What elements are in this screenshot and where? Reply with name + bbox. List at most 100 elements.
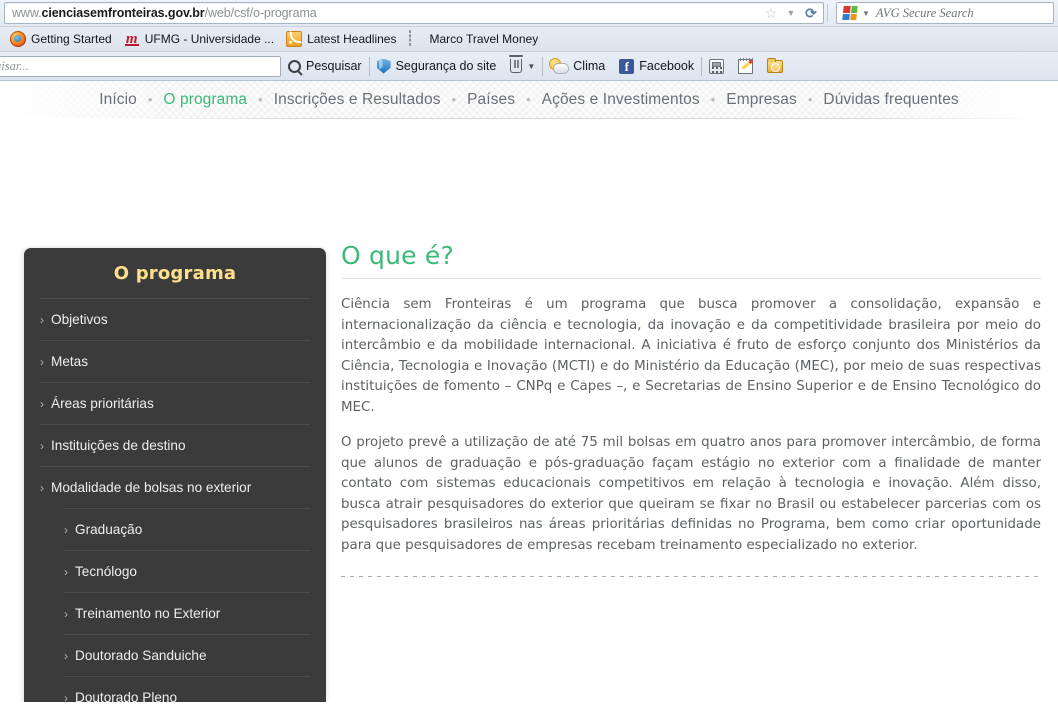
page-viewport: Início • O programa • Inscrições e Resul… — [0, 81, 1058, 702]
firefox-icon — [10, 31, 26, 47]
sidebar-item-metas[interactable]: › Metas — [40, 340, 310, 382]
search-button[interactable]: Pesquisar — [281, 52, 369, 80]
clear-history-button[interactable]: ▼ — [503, 52, 542, 80]
address-bar[interactable]: www.cienciasemfronteiras.gov.br/web/csf/… — [4, 2, 824, 24]
rss-feed-icon — [286, 31, 303, 47]
blank-favicon-icon — [408, 30, 424, 47]
facebook-icon: f — [619, 58, 635, 74]
sidebar-item-label: Áreas prioritárias — [51, 396, 154, 411]
sidebar-item-objetivos[interactable]: › Objetivos — [40, 298, 310, 340]
url-prefix: www. — [12, 6, 42, 20]
ufmg-icon: m — [124, 31, 140, 47]
dashed-divider — [341, 576, 1041, 577]
nav-item-acoes-e-investimentos[interactable]: Ações e Investimentos — [540, 91, 702, 109]
folder-search-icon — [767, 57, 784, 73]
calculator-button[interactable] — [702, 52, 731, 80]
nav-bottom-rule — [110, 118, 1040, 119]
url-path: /web/csf/o-programa — [204, 6, 317, 20]
trash-icon — [509, 55, 524, 73]
nav-item-paises[interactable]: Países — [465, 91, 517, 109]
sidebar-item-treinamento-no-exterior[interactable]: › Treinamento no Exterior — [64, 592, 310, 634]
notepad-pencil-icon — [738, 57, 754, 74]
bookmark-label: Getting Started — [31, 32, 112, 46]
nav-separator: • — [807, 92, 813, 107]
chevron-right-icon: › — [40, 312, 44, 327]
chevron-right-icon: › — [40, 438, 44, 453]
chevron-right-icon: › — [64, 606, 68, 621]
sidebar-item-label: Objetivos — [51, 312, 108, 327]
browser-chrome: www.cienciasemfronteiras.gov.br/web/csf/… — [0, 0, 1058, 81]
url-domain: cienciasemfronteiras.gov.br — [41, 6, 205, 20]
sidebar-item-doutorado-sanduiche[interactable]: › Doutorado Sanduiche — [64, 634, 310, 676]
weather-label: Clima — [573, 59, 606, 73]
sidebar-item-areas-prioritarias[interactable]: › Áreas prioritárias — [40, 382, 310, 424]
bookmark-label: UFMG - Universidade ... — [144, 32, 275, 46]
url-text: www.cienciasemfronteiras.gov.br/web/csf/… — [12, 6, 761, 20]
bookmarks-toolbar: Getting Started m UFMG - Universidade ..… — [0, 27, 1058, 52]
chevron-right-icon: › — [64, 648, 68, 663]
title-divider — [341, 278, 1041, 279]
sidebar-item-label: Doutorado Sanduiche — [75, 648, 207, 663]
magnifier-icon — [288, 59, 301, 73]
sidebar-item-label: Treinamento no Exterior — [75, 606, 221, 621]
sidebar-item-label: Tecnólogo — [75, 564, 137, 579]
nav-separator: • — [258, 92, 263, 107]
reload-icon[interactable]: ⟳ — [801, 3, 821, 23]
avg-search-field[interactable]: ▼ AVG Secure Search — [836, 2, 1054, 24]
nav-item-inicio[interactable]: Início — [97, 91, 139, 109]
main-content: O que é? Ciência sem Fronteiras é um pro… — [341, 241, 1041, 577]
sun-cloud-icon — [550, 58, 569, 74]
search-input[interactable]: uisar... — [0, 55, 281, 77]
sidebar-item-label: Doutorado Pleno — [75, 690, 178, 702]
sidebar-title: O programa — [113, 262, 237, 284]
folder-search-button[interactable] — [760, 52, 790, 80]
bookmark-getting-started[interactable]: Getting Started — [6, 29, 116, 49]
chevron-right-icon: › — [64, 690, 68, 703]
weather-button[interactable]: Clima — [543, 52, 612, 80]
paragraph-2: O projeto prevê a utilização de até 75 m… — [341, 435, 1041, 553]
shield-icon — [376, 58, 391, 74]
chevron-right-icon: › — [64, 564, 68, 579]
avg-search-placeholder: AVG Secure Search — [875, 5, 974, 20]
bookmark-marco-travel-money[interactable]: Marco Travel Money — [404, 29, 542, 49]
sidebar-item-tecnologo[interactable]: › Tecnólogo — [64, 550, 310, 592]
nav-item-empresas[interactable]: Empresas — [724, 91, 799, 109]
nav-separator: • — [526, 92, 531, 107]
sidebar-item-label: Instituições de destino — [51, 438, 186, 453]
sidebar-item-label: Graduação — [75, 522, 143, 537]
search-placeholder: uisar... — [0, 58, 29, 73]
nav-separator: • — [451, 92, 457, 107]
sidebar-item-graduacao[interactable]: › Graduação — [64, 508, 310, 550]
sidebar-item-modalidade-de-bolsas-no-exterior[interactable]: › Modalidade de bolsas no exterior — [40, 466, 310, 508]
site-safety-button[interactable]: Segurança do site — [370, 52, 504, 80]
notepad-button[interactable] — [731, 52, 760, 80]
facebook-label: Facebook — [639, 59, 695, 73]
nav-item-inscricoes-e-resultados[interactable]: Inscrições e Resultados — [272, 91, 443, 109]
bookmark-star-icon[interactable]: ☆ — [761, 3, 781, 23]
bookmark-latest-headlines[interactable]: Latest Headlines — [282, 29, 400, 49]
bookmark-ufmg[interactable]: m UFMG - Universidade ... — [120, 29, 278, 49]
chevron-right-icon: › — [40, 396, 44, 411]
sidebar-item-label: Metas — [51, 354, 89, 369]
sidebar-item-instituicoes-de-destino[interactable]: › Instituições de destino — [40, 424, 310, 466]
chevron-down-icon[interactable]: ▼ — [862, 9, 870, 18]
calculator-icon — [709, 58, 725, 74]
chevron-right-icon: › — [40, 354, 44, 369]
page-title: O que é? — [341, 241, 454, 270]
chevron-right-icon: › — [40, 480, 44, 495]
site-main-navigation: Início • O programa • Inscrições e Resul… — [0, 81, 1058, 118]
sidebar: O programa › Objetivos › Metas › Áreas p… — [24, 248, 326, 702]
chevron-down-icon[interactable]: ▼ — [527, 62, 535, 71]
nav-item-o-programa[interactable]: O programa — [161, 91, 249, 109]
toolbar-divider — [827, 4, 828, 22]
facebook-button[interactable]: f Facebook — [612, 52, 701, 80]
chevron-down-icon[interactable]: ▼ — [781, 3, 801, 23]
avg-logo-icon — [842, 6, 858, 20]
nav-item-duvidas-frequentes[interactable]: Dúvidas frequentes — [821, 91, 960, 109]
nav-separator: • — [710, 92, 716, 107]
sidebar-item-doutorado-pleno[interactable]: › Doutorado Pleno — [64, 676, 310, 702]
paragraph-1: Ciência sem Fronteiras é um programa que… — [341, 297, 1041, 415]
search-button-label: Pesquisar — [306, 59, 362, 73]
bookmark-label: Latest Headlines — [307, 32, 397, 46]
chevron-right-icon: › — [64, 522, 68, 537]
